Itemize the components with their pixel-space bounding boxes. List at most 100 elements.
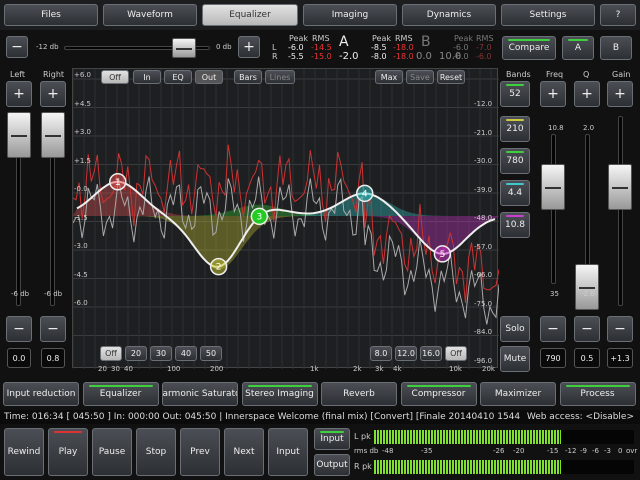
frequency-label: 1k (310, 365, 319, 373)
eq-lines-button[interactable]: Lines (265, 70, 295, 84)
meter-l-track (374, 430, 634, 444)
low-cut-button[interactable]: 20 (125, 346, 147, 361)
input-toggle-button[interactable]: Input (314, 428, 350, 450)
right-plus-button[interactable]: + (40, 81, 66, 107)
right-minus-button[interactable]: − (40, 316, 66, 342)
q-value[interactable]: 0.5 (574, 348, 600, 368)
right-fader-knob[interactable] (41, 112, 65, 158)
transport-label: Rewind (7, 447, 41, 457)
meter-scale-label: 0 (618, 447, 623, 455)
gain-plus-button[interactable]: + (238, 36, 260, 58)
tab-settings[interactable]: Settings (501, 4, 595, 26)
eq-eq-button[interactable]: EQ (164, 70, 192, 84)
solo-button[interactable]: Solo (500, 316, 530, 342)
low-cut-button[interactable]: 40 (175, 346, 197, 361)
left-fader-knob[interactable] (7, 112, 31, 158)
transport-pause-button[interactable]: Pause (92, 428, 132, 476)
left-minus-button[interactable]: − (6, 316, 32, 342)
a-button[interactable]: A (562, 36, 594, 60)
tab-bar: Files Waveform Equalizer Imaging Dynamic… (0, 0, 640, 30)
tab-help[interactable]: ? (600, 4, 636, 26)
freq-value[interactable]: 790 (540, 348, 566, 368)
left-value[interactable]: 0.0 (7, 348, 31, 368)
module-led (406, 385, 471, 387)
meter-scale-label: -26 (493, 447, 505, 455)
band-button-1[interactable]: 52 (500, 81, 530, 107)
q-plus-button[interactable]: + (574, 81, 600, 107)
freq-fader-knob[interactable] (541, 164, 565, 210)
low-cut-button[interactable]: 50 (200, 346, 222, 361)
transport-rewind-button[interactable]: Rewind (4, 428, 44, 476)
eq-save-button[interactable]: Save (406, 70, 434, 84)
left-plus-button[interactable]: + (6, 81, 32, 107)
module-button-2[interactable]: Harmonic Saturator (162, 382, 238, 406)
web-access-status[interactable]: Web access: <Disable> (527, 410, 634, 424)
frequency-label: 30 (111, 365, 120, 373)
tab-equalizer[interactable]: Equalizer (202, 4, 298, 26)
mute-button[interactable]: Mute (500, 346, 530, 372)
eq-out-button[interactable]: Out (195, 70, 223, 84)
eq-graph[interactable]: 1 2 3 4 5 (72, 69, 503, 369)
frequency-label: 20k (482, 365, 495, 373)
band-button-4[interactable]: 4.4 (500, 180, 530, 206)
band-button-2[interactable]: 210 (500, 116, 530, 142)
a-peak-header: Peak (289, 34, 308, 43)
compare-button[interactable]: Compare (502, 36, 556, 60)
freq-minus-button[interactable]: − (540, 316, 566, 342)
transport-prev-button[interactable]: Prev (180, 428, 220, 476)
meter-l-fill (374, 430, 562, 444)
gain-band-plus-button[interactable]: + (607, 81, 633, 107)
q-fader-knob[interactable] (575, 264, 599, 310)
eq-off-button[interactable]: Off (101, 70, 129, 84)
gain-scale-label: -6.0 (74, 299, 88, 307)
a-l-peak: -6.0 (288, 43, 304, 52)
module-button-5[interactable]: Compressor (400, 382, 477, 406)
low-cut-button[interactable]: Off (100, 346, 122, 361)
frequency-label: 4k (393, 365, 402, 373)
gain-band-minus-button[interactable]: − (607, 316, 633, 342)
gain-minus-button[interactable]: − (6, 36, 28, 58)
freq-plus-button[interactable]: + (540, 81, 566, 107)
high-cut-button[interactable]: 8.0 (370, 346, 392, 361)
transport-play-button[interactable]: Play (48, 428, 88, 476)
q-fader-track[interactable] (585, 134, 590, 284)
tab-files[interactable]: Files (4, 4, 98, 26)
eq-plot[interactable]: 1 2 3 4 5 (72, 68, 503, 369)
high-cut-button[interactable]: 12.0 (395, 346, 417, 361)
b-value: 0.0 (416, 51, 432, 62)
tab-dynamics[interactable]: Dynamics (402, 4, 496, 26)
db-scale-label: -66.0 (474, 271, 493, 279)
tab-waveform[interactable]: Waveform (103, 4, 197, 26)
module-button-1[interactable]: Equalizer (82, 382, 159, 406)
band-button-5[interactable]: 10.8 (500, 212, 530, 238)
output-toggle-button[interactable]: Output (314, 454, 350, 476)
module-button-7[interactable]: Process (559, 382, 636, 406)
q-minus-button[interactable]: − (574, 316, 600, 342)
module-button-6[interactable]: Maximizer (480, 382, 556, 406)
transport-next-button[interactable]: Next (224, 428, 264, 476)
module-button-0[interactable]: Input reduction (3, 382, 79, 406)
band-led (506, 151, 524, 153)
gain-header: Gain (612, 70, 631, 79)
band-button-3[interactable]: 780 (500, 148, 530, 174)
high-cut-button[interactable]: 16.0 (420, 346, 442, 361)
eq-reset-button[interactable]: Reset (437, 70, 465, 84)
gain-band-fader-track[interactable] (618, 116, 623, 306)
gain-knob[interactable] (172, 38, 196, 58)
eq-in-button[interactable]: In (133, 70, 161, 84)
gain-band-value[interactable]: +1.3 (607, 348, 633, 368)
transport-stop-button[interactable]: Stop (136, 428, 176, 476)
tab-imaging[interactable]: Imaging (303, 4, 397, 26)
eq-bars-button[interactable]: Bars (234, 70, 262, 84)
transport-input-button[interactable]: Input (268, 428, 308, 476)
high-cut-button[interactable]: Off (445, 346, 467, 361)
module-button-4[interactable]: Reverb (321, 382, 397, 406)
eq-max-button[interactable]: Max (375, 70, 403, 84)
gain-scale-label: +1.5 (74, 156, 91, 165)
b-button[interactable]: B (600, 36, 632, 60)
low-cut-button[interactable]: 30 (150, 346, 172, 361)
module-button-3[interactable]: Stereo Imaging (241, 382, 318, 406)
right-value[interactable]: 0.8 (41, 348, 65, 368)
gain-band-fader-knob[interactable] (608, 164, 632, 210)
q-bottom-label: -2.0 (581, 290, 595, 298)
